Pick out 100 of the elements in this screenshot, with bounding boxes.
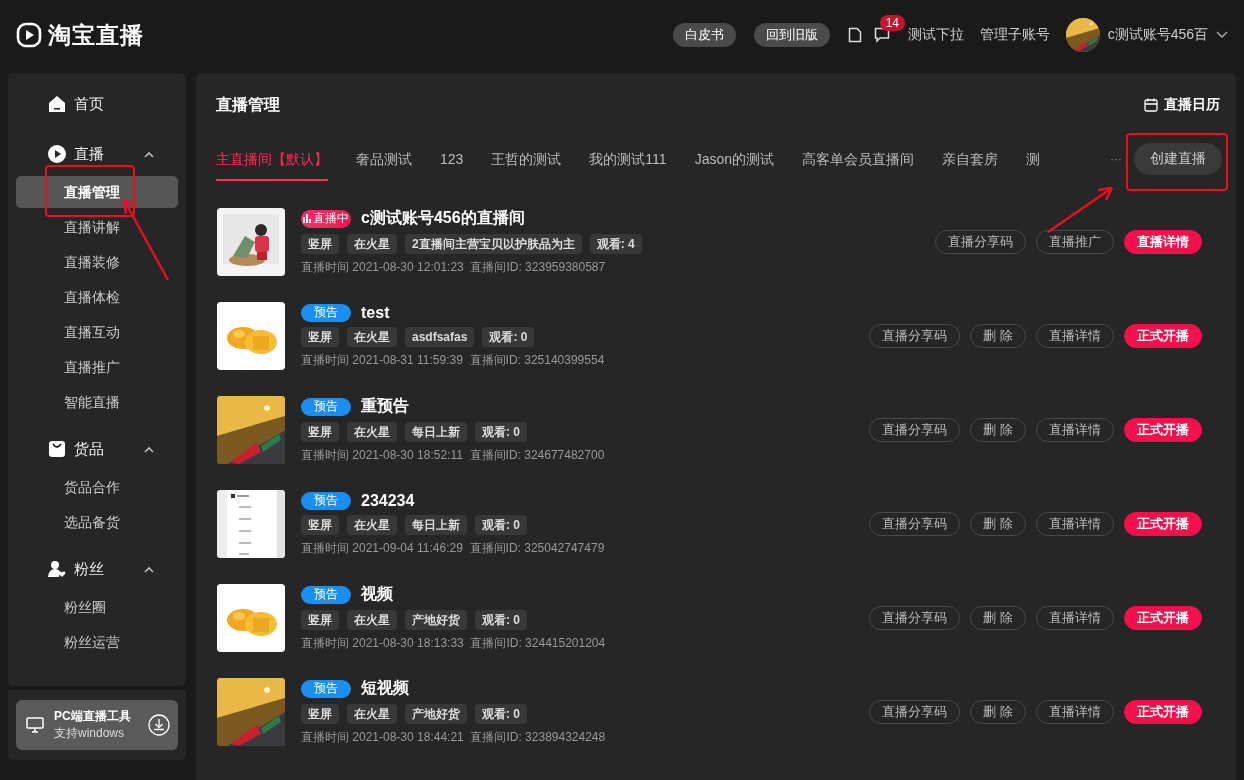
stream-time: 直播时间 2021-09-04 11:46:29 [301, 540, 463, 555]
tag: 竖屏 [301, 610, 339, 630]
page-title: 直播管理 [216, 94, 281, 115]
tag: 在火星 [347, 610, 397, 630]
create-live-button[interactable]: 创建直播 [1134, 143, 1222, 175]
calendar-link[interactable]: 直播日历 [1164, 96, 1220, 114]
header-button[interactable]: 白皮书 [672, 23, 736, 47]
room-tab[interactable]: 主直播间【默认】 [216, 137, 328, 181]
status-badge: 预告 [301, 679, 351, 698]
room-id: 直播间ID: 324415201204 [470, 636, 606, 650]
status-badge: 预告 [301, 397, 351, 416]
tag: 在火星 [347, 422, 397, 442]
user-heart-icon [48, 560, 66, 578]
nav-item[interactable]: 智能直播 [16, 386, 178, 418]
action-button[interactable]: 正式开播 [1124, 700, 1202, 724]
nav-item[interactable]: 直播体检 [16, 281, 178, 313]
nav-item[interactable]: 直播装修 [16, 246, 178, 278]
room-tab[interactable]: 123 [440, 137, 464, 181]
room-tab[interactable]: Jason的测试 [694, 137, 774, 181]
tag: 观看: 4 [589, 234, 642, 254]
header-link[interactable]: 管理子账号 [979, 26, 1050, 44]
tag: 竖屏 [301, 422, 339, 442]
tag: 2直播间主营宝贝以护肤品为主 [405, 234, 582, 254]
nav-section[interactable]: 货品 [74, 439, 136, 459]
action-button[interactable]: 正式开播 [1124, 606, 1202, 630]
nav-item[interactable]: 粉丝圈 [16, 591, 178, 623]
tag: 竖屏 [301, 326, 339, 347]
action-button[interactable]: 直播详情 [1124, 230, 1202, 254]
play-logo-icon [16, 22, 42, 48]
nav-section[interactable]: 直播 [74, 144, 136, 164]
tag: 观看: 0 [482, 326, 535, 347]
chevron-up-icon[interactable] [144, 445, 154, 453]
nav-item[interactable]: 粉丝运营 [16, 626, 178, 658]
account-name[interactable]: c测试账号456百 [1107, 26, 1208, 44]
download-icon[interactable] [148, 714, 170, 736]
tag: 竖屏 [301, 234, 339, 254]
stream-title: c测试账号456的直播间 [361, 208, 525, 228]
tag: 观看: 0 [475, 514, 527, 535]
tag: 在火星 [347, 326, 397, 347]
room-tab[interactable]: 高客单会员直播间 [802, 137, 914, 181]
monitor-icon [26, 717, 44, 733]
logo-text: 淘宝直播 [48, 20, 144, 50]
status-badge: 直播中 [301, 209, 351, 228]
stream-time: 直播时间 2021-08-31 11:59:39 [301, 352, 463, 367]
calendar-icon[interactable] [1144, 98, 1158, 112]
room-id: 直播间ID: 323959380587 [470, 260, 606, 274]
tag: 观看: 0 [475, 704, 527, 724]
nav-section[interactable]: 首页 [74, 94, 154, 114]
home-icon [48, 95, 66, 113]
signal-bars-icon [303, 214, 311, 223]
nav-item[interactable]: 直播管理 [16, 176, 178, 208]
nav-item[interactable]: 货品合作 [16, 471, 178, 503]
room-tab[interactable]: 亲自套房 [942, 137, 998, 181]
nav-item[interactable]: 直播互动 [16, 316, 178, 348]
tool-title: PC端直播工具 [54, 708, 132, 725]
chevron-up-icon[interactable] [144, 565, 154, 573]
room-id: 直播间ID: 325042747479 [469, 540, 605, 555]
count-badge: 14 [879, 15, 905, 31]
room-tab[interactable]: 王哲的测试 [491, 137, 562, 181]
tag: 竖屏 [301, 514, 339, 535]
status-badge: 预告 [301, 585, 351, 604]
more-tabs[interactable]: ··· [1110, 152, 1122, 166]
tool-subtitle: 支持windows [54, 725, 126, 742]
action-button[interactable]: 正式开播 [1124, 324, 1202, 348]
room-id: 直播间ID: 323894324248 [470, 730, 606, 744]
stream-time: 直播时间 2021-08-30 12:01:23 [301, 260, 464, 274]
tag: 在火星 [347, 514, 397, 535]
stream-time: 直播时间 2021-08-30 18:52:11 [301, 448, 463, 462]
stream-time: 直播时间 2021-08-30 18:44:21 [301, 730, 464, 744]
stream-title: 重预告 [361, 396, 409, 416]
room-id: 直播间ID: 324677482700 [469, 448, 605, 462]
room-tab[interactable]: 我的测试111 [589, 137, 667, 181]
stream-title: test [361, 303, 390, 322]
action-button[interactable]: 正式开播 [1124, 512, 1202, 536]
action-button[interactable]: 正式开播 [1124, 418, 1202, 442]
document-icon[interactable] [847, 27, 862, 43]
tag: 产地好货 [405, 704, 467, 724]
nav-item[interactable]: 直播讲解 [16, 211, 178, 243]
tag: 观看: 0 [475, 610, 527, 630]
header-link[interactable]: 测试下拉 [907, 26, 964, 44]
tag: asdfsafas [405, 326, 475, 347]
room-tab[interactable]: 奢品测试 [356, 137, 412, 181]
download-card[interactable]: PC端直播工具 支持windows [16, 700, 178, 750]
play-icon [48, 145, 66, 163]
chevron-up-icon[interactable] [144, 150, 154, 158]
stream-title: 234234 [361, 491, 415, 510]
room-id: 直播间ID: 325140399554 [469, 352, 605, 367]
tag: 竖屏 [301, 704, 339, 724]
tag: 每日上新 [405, 514, 467, 535]
header-button[interactable]: 回到旧版 [753, 23, 830, 47]
nav-item[interactable]: 选品备货 [16, 506, 178, 538]
tag: 观看: 0 [475, 422, 527, 442]
stream-title: 视频 [361, 584, 393, 604]
room-tab[interactable]: 测 [1026, 137, 1040, 181]
chevron-down-icon[interactable] [1216, 31, 1228, 39]
status-badge: 预告 [301, 303, 351, 322]
status-badge: 预告 [301, 491, 351, 510]
nav-item[interactable]: 直播推广 [16, 351, 178, 383]
tag: 在火星 [347, 234, 397, 254]
nav-section[interactable]: 粉丝 [74, 559, 136, 579]
